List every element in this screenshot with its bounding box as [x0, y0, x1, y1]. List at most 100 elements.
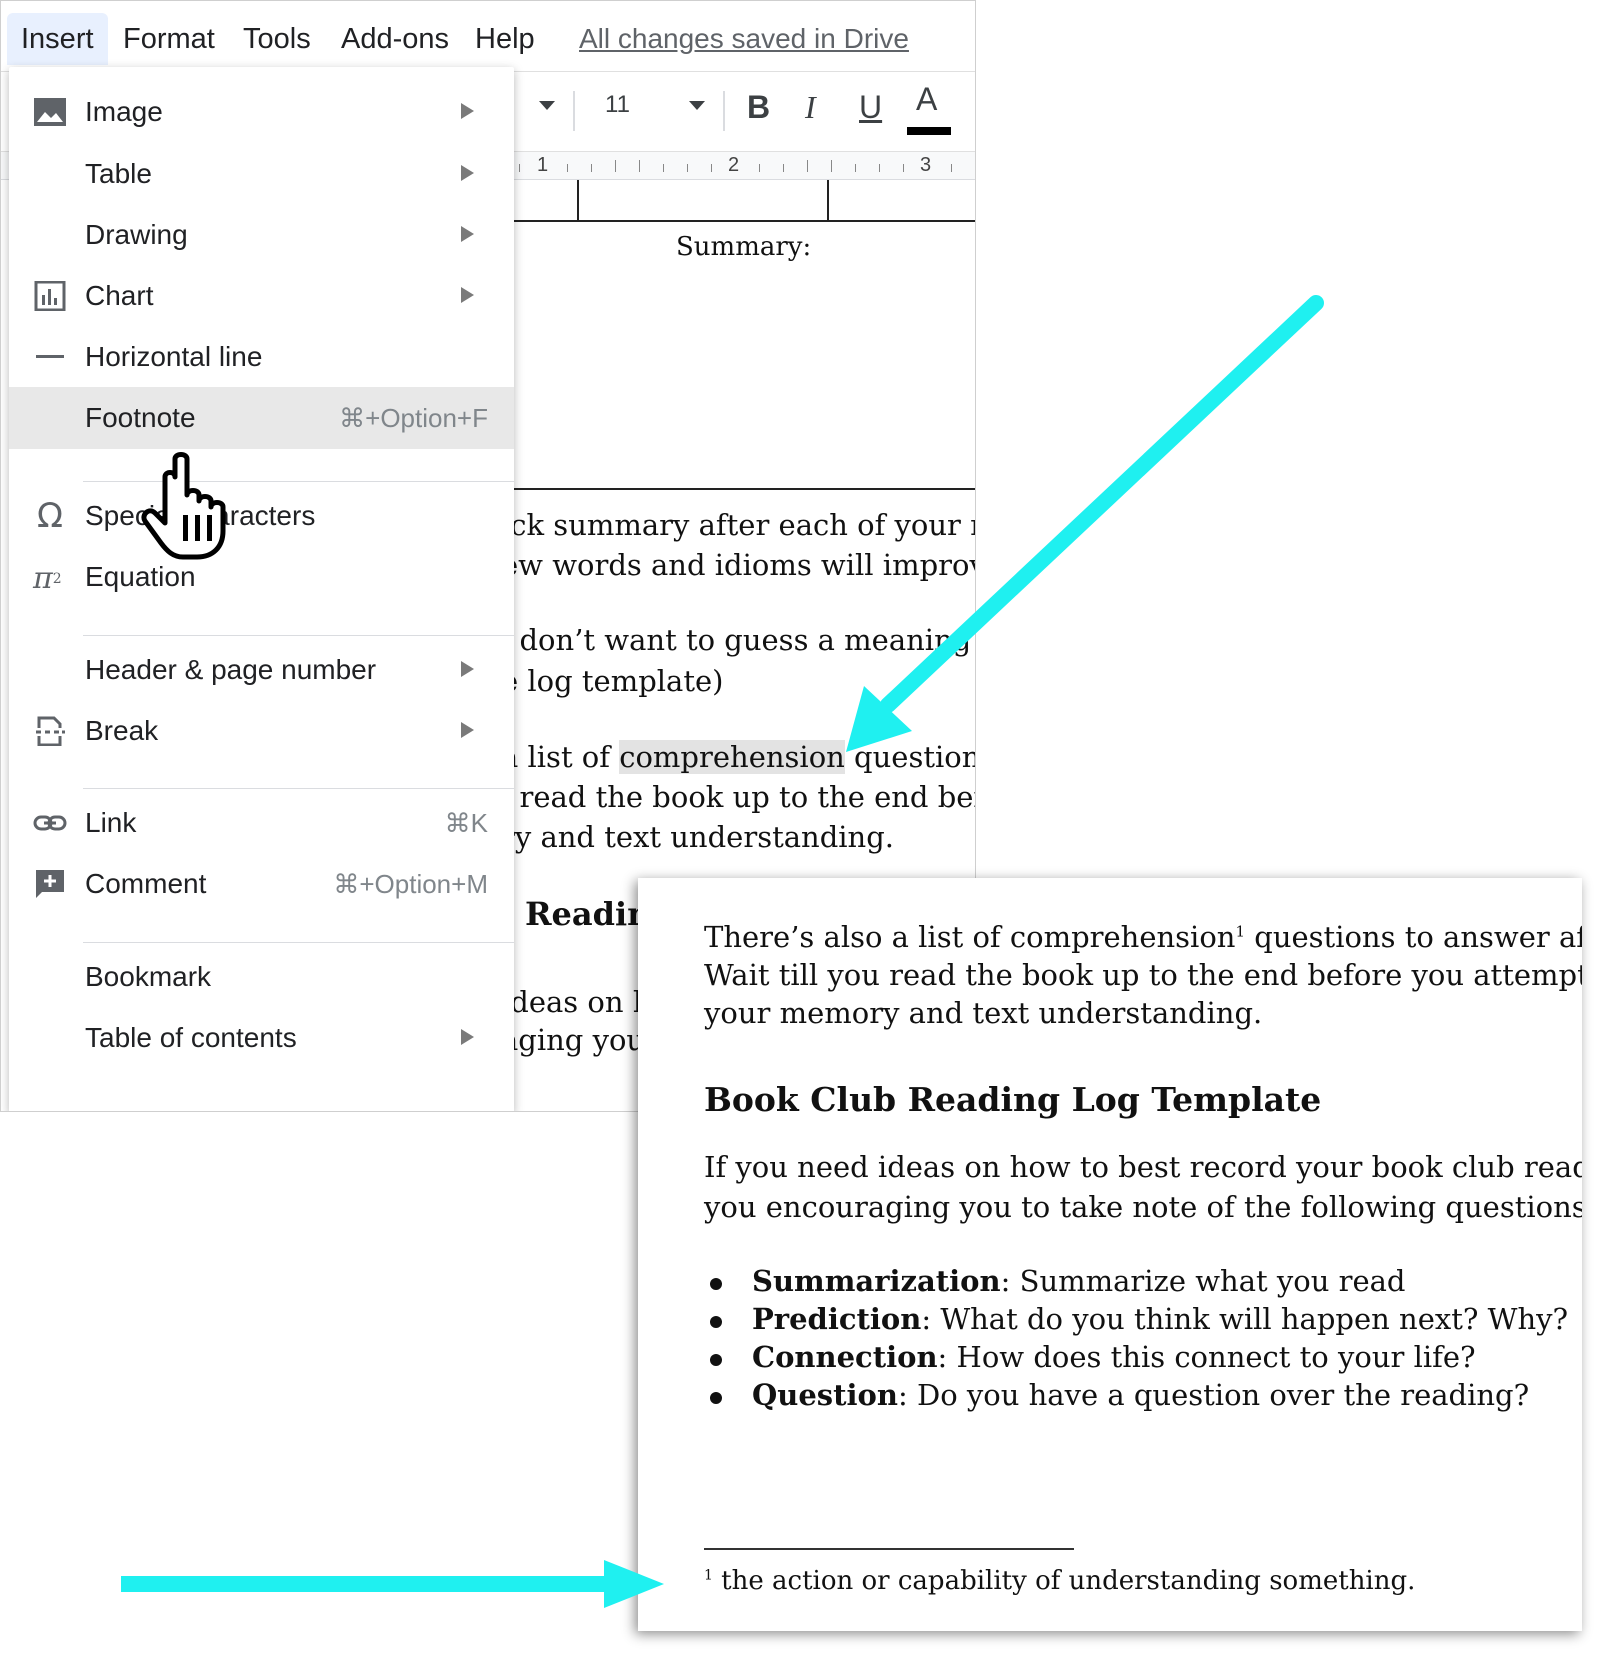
- text-color-letter: A: [916, 81, 938, 117]
- menu-option-label: Footnote: [85, 402, 196, 433]
- ruler-tick: [759, 164, 760, 172]
- menu-option-label: Table of contents: [85, 1022, 297, 1053]
- bold-button[interactable]: B: [747, 89, 770, 126]
- zoomed-document-panel: There’s also a list of comprehension1 qu…: [638, 878, 1582, 1631]
- menu-option-image[interactable]: Image: [9, 81, 514, 143]
- ruler-tick: [903, 164, 904, 172]
- paragraph-text: There’s also a list of comprehension: [704, 920, 1236, 954]
- menu-option-break[interactable]: Break: [9, 700, 514, 762]
- omega-icon: Ω: [37, 496, 63, 536]
- footnote-separator: [704, 1548, 1074, 1550]
- ruler-tick: [783, 164, 784, 172]
- submenu-arrow-icon: [461, 1029, 474, 1045]
- menu-format[interactable]: Format: [123, 13, 215, 65]
- link-icon: [33, 815, 67, 831]
- save-status-link[interactable]: All changes saved in Drive: [579, 13, 909, 65]
- doc-text-line: ry and text understanding.: [501, 820, 895, 854]
- bullet-text: : Summarize what you read: [1000, 1264, 1406, 1298]
- bullet-text: : What do you think will happen next? Wh…: [921, 1302, 1569, 1336]
- doc-text-line: e log template): [501, 664, 724, 698]
- paragraph-text: questions to answer after yo: [1254, 920, 1582, 954]
- selected-word[interactable]: comprehension: [619, 740, 845, 774]
- paragraph-line: your memory and text understanding.: [704, 996, 1263, 1030]
- menu-option-table[interactable]: Table: [9, 143, 514, 205]
- menu-option-bookmark[interactable]: Bookmark: [9, 946, 514, 1008]
- menu-option-label: Table: [85, 158, 152, 189]
- menu-option-table-of-contents[interactable]: Table of contents: [9, 1007, 514, 1069]
- ruler-tick: [807, 160, 808, 172]
- ruler-tick: [567, 164, 568, 172]
- pi-icon: π2: [33, 561, 62, 596]
- ruler-tick: [591, 164, 592, 172]
- ruler-tick: [831, 160, 832, 172]
- underline-button[interactable]: U: [859, 89, 882, 126]
- menu-option-header-page-number[interactable]: Header & page number: [9, 639, 514, 701]
- menu-tools[interactable]: Tools: [243, 13, 311, 65]
- footnote-reference[interactable]: 1: [1235, 922, 1245, 940]
- menu-option-equation[interactable]: π2 Equation: [9, 546, 514, 608]
- submenu-arrow-icon: [461, 661, 474, 677]
- image-icon: [34, 98, 66, 126]
- keyboard-shortcut: ⌘+Option+M: [333, 869, 488, 899]
- doc-text-segment: a list of: [501, 740, 620, 774]
- menu-help[interactable]: Help: [475, 13, 535, 65]
- menu-option-label: Link: [85, 807, 137, 838]
- footnote[interactable]: 1 the action or capability of understand…: [704, 1566, 1415, 1596]
- add-comment-icon: [36, 870, 64, 898]
- hand-cursor-icon: [141, 452, 226, 560]
- menu-option-label: Horizontal line: [85, 341, 263, 372]
- menu-option-special-characters[interactable]: Ω Special characters: [9, 485, 514, 547]
- table-border: [827, 180, 829, 220]
- ruler-tick: [615, 160, 616, 172]
- ruler-tick: [639, 160, 640, 172]
- doc-heading-fragment: › Readin: [501, 895, 651, 933]
- ruler-tick: [951, 164, 952, 172]
- submenu-arrow-icon: [461, 722, 474, 738]
- menu-option-label: Chart: [85, 280, 154, 311]
- bullet-term: Connection: [752, 1340, 938, 1374]
- menu-option-footnote[interactable]: Footnote ⌘+Option+F: [9, 387, 514, 449]
- submenu-arrow-icon: [461, 226, 474, 242]
- paragraph-line: If you need ideas on how to best record …: [704, 1150, 1582, 1184]
- menu-option-chart[interactable]: Chart: [9, 265, 514, 327]
- submenu-arrow-icon: [461, 165, 474, 181]
- menu-option-link[interactable]: Link ⌘K: [9, 792, 514, 854]
- toolbar-divider: [723, 91, 725, 131]
- text-color-button[interactable]: A: [907, 81, 951, 139]
- insert-dropdown-menu: Image Table Drawing Chart Horizontal lin…: [9, 67, 514, 1111]
- italic-button[interactable]: I: [805, 89, 816, 126]
- menu-addons[interactable]: Add-ons: [341, 13, 449, 65]
- bullet-text: : How does this connect to your life?: [937, 1340, 1476, 1374]
- bullet-term: Summarization: [752, 1264, 1001, 1298]
- ruler-tick: [687, 164, 688, 172]
- font-dropdown-arrow-icon[interactable]: [539, 101, 555, 110]
- doc-text-line: a list of comprehension questions: [501, 740, 975, 774]
- menu-option-label: Header & page number: [85, 654, 377, 685]
- font-size-value[interactable]: 11: [605, 91, 630, 119]
- bullet-dot: [710, 1316, 722, 1328]
- ruler-tick: [711, 164, 712, 172]
- horizontal-line-icon: [36, 355, 64, 358]
- keyboard-shortcut: ⌘+Option+F: [339, 403, 488, 433]
- page-break-icon: [36, 716, 65, 746]
- footnote-number: 1: [704, 1567, 713, 1584]
- bullet-dot: [710, 1354, 722, 1366]
- menu-option-comment[interactable]: Comment ⌘+Option+M: [9, 853, 514, 915]
- toolbar-divider: [573, 91, 575, 131]
- doc-text-line: ideas on h: [501, 985, 652, 1019]
- bullet-term: Question: [752, 1378, 898, 1412]
- submenu-arrow-icon: [461, 287, 474, 303]
- doc-text-line: ı don’t want to guess a meaning: [501, 623, 972, 657]
- menu-option-label: Comment: [85, 868, 207, 899]
- doc-text-line: ew words and idioms will improve: [501, 548, 976, 582]
- font-size-dropdown-icon[interactable]: [689, 101, 705, 110]
- ruler-number: 2: [728, 154, 740, 176]
- bullet-term: Prediction: [752, 1302, 922, 1336]
- section-heading: Book Club Reading Log Template: [704, 1080, 1322, 1119]
- menu-option-drawing[interactable]: Drawing: [9, 204, 514, 266]
- doc-text-segment: questions: [854, 740, 975, 774]
- bullet-item: Summarization: Summarize what you read: [710, 1264, 1406, 1298]
- menu-insert[interactable]: Insert: [7, 13, 108, 65]
- ruler-tick: [519, 164, 520, 172]
- menu-option-horizontal-line[interactable]: Horizontal line: [9, 326, 514, 388]
